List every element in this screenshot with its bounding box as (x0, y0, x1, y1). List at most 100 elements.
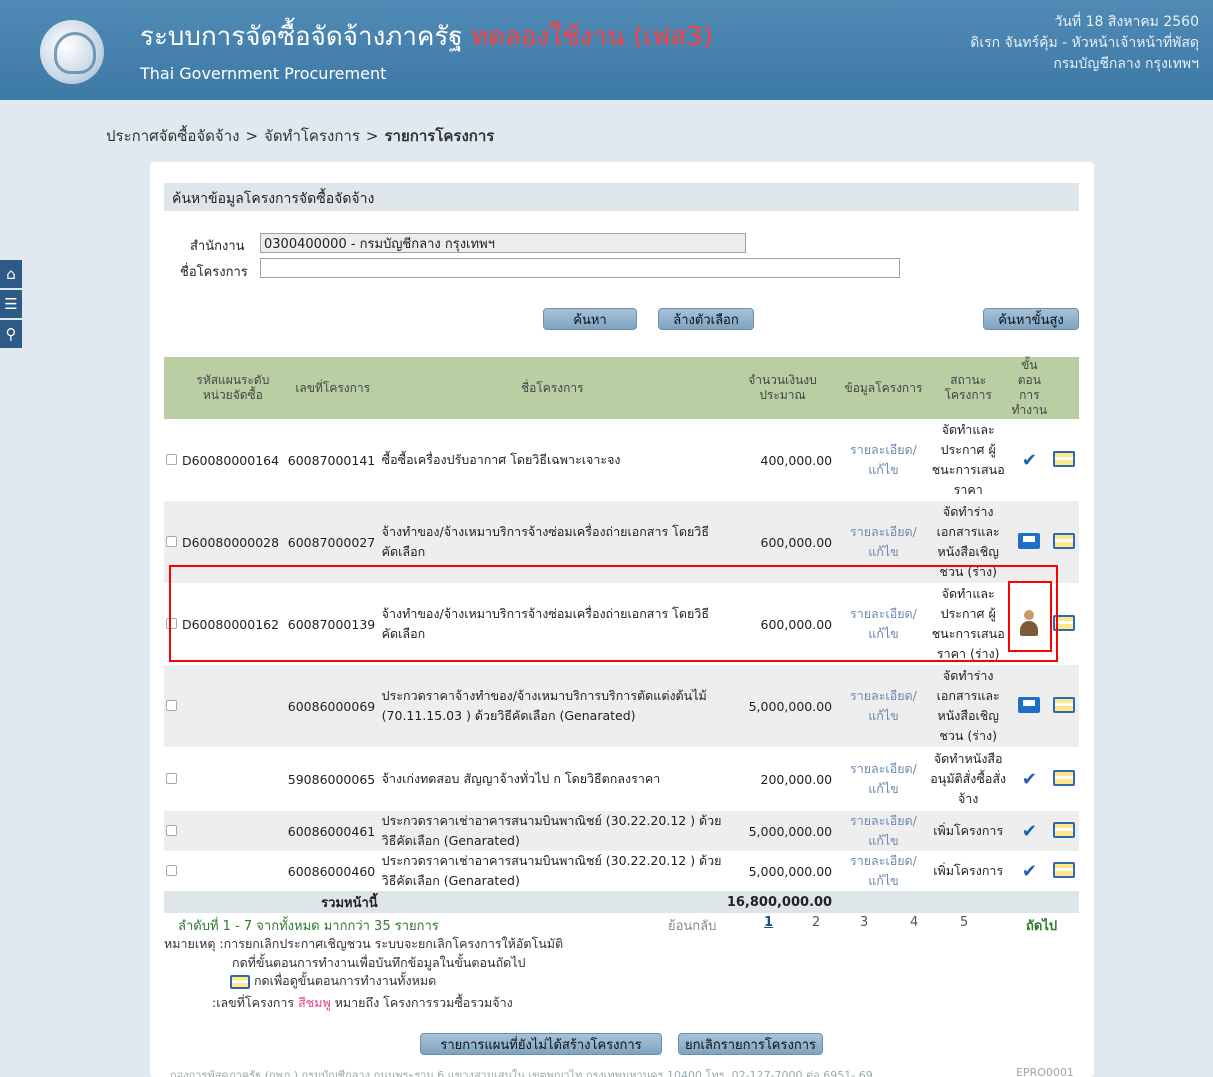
pager-summary: ลำดับที่ 1 - 7 จากทั้งหมด มากกว่า 35 ราย… (178, 919, 439, 934)
view-steps-icon[interactable] (1053, 861, 1076, 878)
header-step: ขั้นตอนการทำงาน (1011, 358, 1048, 417)
details-edit-link[interactable]: รายละเอียด/แก้ไข (840, 851, 927, 891)
trial-badge: ทดลองใช้งาน (เฟส3) (470, 22, 713, 52)
view-steps-icon[interactable] (1053, 769, 1076, 786)
view-steps-icon[interactable] (1053, 614, 1076, 631)
page-1[interactable]: 1 (764, 915, 773, 930)
breadcrumb-procurement-announce[interactable]: ประกาศจัดซื้อจัดจ้าง (106, 127, 239, 145)
details-edit-link[interactable]: รายละเอียด/แก้ไข (840, 811, 927, 851)
office-label: สำนักงาน (190, 239, 245, 254)
side-nav: ⌂ ☰ ⚲ (0, 260, 22, 350)
plan-code-cell (180, 665, 286, 747)
project-no-cell: 60086000069 (287, 698, 376, 714)
row-checkbox[interactable] (166, 864, 177, 876)
office-field[interactable] (260, 233, 746, 253)
row-checkbox[interactable] (166, 453, 177, 465)
view-steps-icon[interactable] (1053, 696, 1076, 713)
user-info: วันที่ 18 สิงหาคม 2560 ดิเรก จันทร์คุ้ม … (970, 12, 1199, 75)
user-name: ดิเรก จันทร์คุ้ม - หัวหน้าเจ้าหน้าที่พัส… (970, 35, 1199, 51)
view-steps-icon[interactable] (1053, 532, 1076, 549)
person-icon[interactable] (1018, 609, 1040, 636)
note-line-3-text: กดเพื่อดูขั้นตอนการทำงานทั้งหมด (253, 973, 437, 988)
pager-prev[interactable]: ย้อนกลับ (668, 915, 716, 936)
project-name-cell: จ้างเก่งทดสอบ สัญญาจ้างทั่วไป ก โดยวิธีต… (381, 771, 661, 786)
project-name-cell: ประกวดราคาเช่าอาคารสนามบินพาณิชย์ (30.22… (381, 813, 722, 848)
plan-code-cell (180, 811, 286, 851)
advanced-search-button[interactable]: ค้นหาขั้นสูง (983, 308, 1079, 330)
table-row: D60080000162 60087000139 จ้างทำของ/จ้างเ… (164, 583, 1079, 665)
project-no-cell: 60087000139 (287, 616, 376, 632)
plan-code-cell (180, 747, 286, 811)
page-2[interactable]: 2 (812, 915, 820, 930)
view-steps-legend-icon (230, 974, 250, 989)
unplanned-projects-button[interactable]: รายการแผนที่ยังไม่ได้สร้างโครงการ (420, 1033, 662, 1055)
status-cell: เพิ่มโครงการ (933, 863, 1004, 878)
details-edit-link[interactable]: รายละเอียด/แก้ไข (840, 747, 927, 811)
cancel-projects-button[interactable]: ยกเลิกรายการโครงการ (678, 1033, 823, 1055)
search-button[interactable]: ค้นหา (543, 308, 637, 330)
budget-cell: 600,000.00 (760, 534, 833, 550)
row-checkbox[interactable] (166, 772, 177, 784)
budget-cell: 600,000.00 (760, 616, 833, 632)
view-steps-icon[interactable] (1053, 450, 1076, 467)
header-checkbox-cell (164, 357, 180, 419)
details-edit-link[interactable]: รายละเอียด/แก้ไข (840, 665, 927, 747)
total-row: รวมหน้านี้ 16,800,000.00 (164, 891, 1079, 913)
page-code: EPRO0001 (1016, 1066, 1074, 1077)
total-value: 16,800,000.00 (726, 894, 833, 910)
table-row: 60086000461 ประกวดราคาเช่าอาคารสนามบินพา… (164, 811, 1079, 851)
project-table: รหัสแผนระดับหน่วยจัดซื้อ เลขที่โครงการ ช… (164, 357, 1079, 913)
project-name-cell: ซื้อซื้อเครื่องปรับอากาศ โดยวิธีเฉพาะเจา… (381, 452, 621, 467)
check-icon[interactable]: ✔ (1022, 861, 1037, 882)
status-cell: จัดทำหนังสืออนุมัติสั่งซื้อสั่งจ้าง (930, 751, 1007, 806)
menu-icon[interactable]: ☰ (0, 290, 22, 318)
pager-next[interactable]: ถัดไป (1026, 915, 1057, 936)
project-name-cell: จ้างทำของ/จ้างเหมาบริการจ้างซ่อมเครื่องถ… (381, 606, 709, 641)
row-checkbox[interactable] (166, 617, 177, 629)
project-no-cell: 60086000461 (287, 823, 376, 839)
details-edit-link[interactable]: รายละเอียด/แก้ไข (840, 419, 927, 501)
document-icon[interactable] (1018, 696, 1041, 713)
page-3[interactable]: 3 (860, 915, 868, 930)
project-name-cell: ประกวดราคาจ้างทำของ/จ้างเหมาบริการบริการ… (381, 688, 707, 723)
header-status: สถานะโครงการ (944, 373, 992, 402)
user-org: กรมบัญชีกลาง กรุงเทพฯ (1053, 56, 1199, 72)
home-icon[interactable]: ⌂ (0, 260, 22, 288)
check-icon[interactable]: ✔ (1022, 450, 1037, 471)
details-edit-link[interactable]: รายละเอียด/แก้ไข (840, 501, 927, 583)
note-line-4-prefix: :เลขที่โครงการ (212, 995, 295, 1010)
app-subtitle: Thai Government Procurement (140, 64, 387, 83)
breadcrumb-create-project[interactable]: จัดทำโครงการ (264, 127, 360, 145)
check-icon[interactable]: ✔ (1022, 769, 1037, 790)
search-icon[interactable]: ⚲ (0, 320, 22, 348)
budget-cell: 5,000,000.00 (748, 823, 833, 839)
clear-button[interactable]: ล้างตัวเลือก (658, 308, 754, 330)
status-cell: จัดทำและประกาศ ผู้ชนะการเสนอราคา (931, 422, 1005, 497)
row-checkbox[interactable] (166, 824, 177, 836)
table-row: 59086000065 จ้างเก่งทดสอบ สัญญาจ้างทั่วไ… (164, 747, 1079, 811)
row-checkbox[interactable] (166, 699, 177, 711)
view-steps-icon[interactable] (1053, 821, 1076, 838)
plan-code-cell: D60080000028 (181, 534, 280, 550)
document-icon[interactable] (1018, 532, 1041, 549)
breadcrumb: ประกาศจัดซื้อจัดจ้าง > จัดทำโครงการ > รายการ… (106, 124, 494, 148)
status-cell: เพิ่มโครงการ (933, 823, 1004, 838)
project-no-cell: 59086000065 (287, 771, 376, 787)
plan-code-cell (180, 851, 286, 891)
budget-cell: 200,000.00 (760, 771, 833, 787)
status-cell: จัดทำและประกาศ ผู้ชนะการเสนอราคา (ร่าง) (931, 586, 1005, 661)
header-view-cell (1049, 357, 1079, 419)
header-budget: จำนวนเงินงบประมาณ (748, 373, 817, 402)
details-edit-link[interactable]: รายละเอียด/แก้ไข (840, 583, 927, 665)
project-name-input[interactable] (260, 258, 900, 278)
check-icon[interactable]: ✔ (1022, 821, 1037, 842)
note-line-3: กดเพื่อดูขั้นตอนการทำงานทั้งหมด (230, 971, 436, 991)
breadcrumb-separator: > (245, 127, 259, 145)
note-line-2: กดที่ขั้นตอนการทำงานเพื่อบันทึกข้อมูลในข… (232, 955, 526, 970)
breadcrumb-separator: > (365, 127, 379, 145)
row-checkbox[interactable] (166, 535, 177, 547)
footer-address: กองการพัสดุภาครัฐ (กพภ.) กรมบัญชีกลาง ถน… (170, 1069, 873, 1077)
total-label: รวมหน้านี้ (321, 895, 378, 911)
page-5[interactable]: 5 (960, 915, 968, 930)
page-4[interactable]: 4 (910, 915, 918, 930)
